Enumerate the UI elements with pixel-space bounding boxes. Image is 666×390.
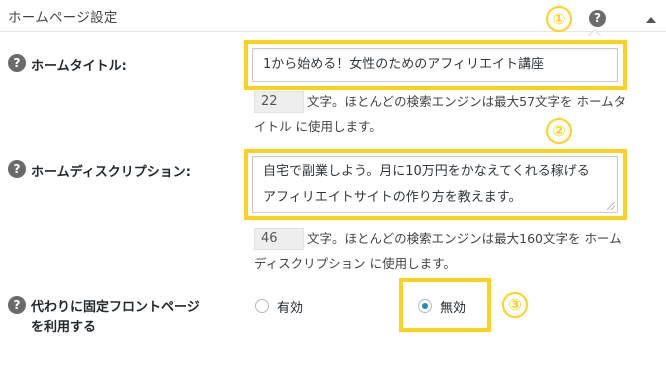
marker-2: ② <box>546 118 572 144</box>
home-title-value: 1から始める！女性のためのアフィリエイト講座 <box>263 57 545 72</box>
collapse-arrow-icon[interactable] <box>646 17 656 23</box>
home-title-help-icon[interactable]: ? <box>8 54 26 72</box>
home-description-value-line1: 自宅で副業しよう。月に10万円をかなえてくれる稼げる <box>263 164 590 179</box>
static-front-help-icon[interactable]: ? <box>8 296 26 314</box>
marker-1: ① <box>546 6 572 32</box>
header-help-icon[interactable]: ? <box>589 10 606 27</box>
panel-title: ホームページ設定 <box>8 10 118 26</box>
home-title-char-count: 22 <box>254 91 304 113</box>
home-description-value-line2: アフィリエイトサイトの作り方を教えます。 <box>263 190 522 205</box>
radio-selected-dot <box>422 303 428 309</box>
marker-3: ③ <box>502 292 528 318</box>
static-front-label-line2: を利用する <box>31 320 97 335</box>
home-description-desc-line2: ディスクリプション に使用します。 <box>254 256 456 271</box>
radio-enabled-label[interactable]: 有効 <box>277 297 303 316</box>
home-description-label: ホームディスクリプション: <box>31 165 191 180</box>
home-title-desc-line1: 文字。ほとんどの検索エンジンは最大57文字を ホームタ <box>307 94 627 109</box>
home-title-label: ホームタイトル: <box>31 59 127 74</box>
home-description-textarea[interactable]: 自宅で副業しよう。月に10万円をかなえてくれる稼げる アフィリエイトサイトの作り… <box>252 156 618 213</box>
home-description-desc-line1: 文字。ほとんどの検索エンジンは最大160文字を ホーム <box>307 231 622 246</box>
home-description-char-count: 46 <box>254 228 304 250</box>
resize-grip-icon[interactable] <box>607 202 615 210</box>
home-title-desc-line2: イトル に使用します。 <box>254 119 382 134</box>
home-title-input[interactable]: 1から始める！女性のためのアフィリエイト講座 <box>252 48 618 82</box>
home-description-help-icon[interactable]: ? <box>8 160 26 178</box>
radio-enabled[interactable] <box>255 299 269 313</box>
radio-disabled[interactable] <box>418 299 432 313</box>
radio-disabled-label[interactable]: 無効 <box>440 297 466 316</box>
static-front-label-line1: 代わりに固定フロントページ <box>31 300 200 315</box>
